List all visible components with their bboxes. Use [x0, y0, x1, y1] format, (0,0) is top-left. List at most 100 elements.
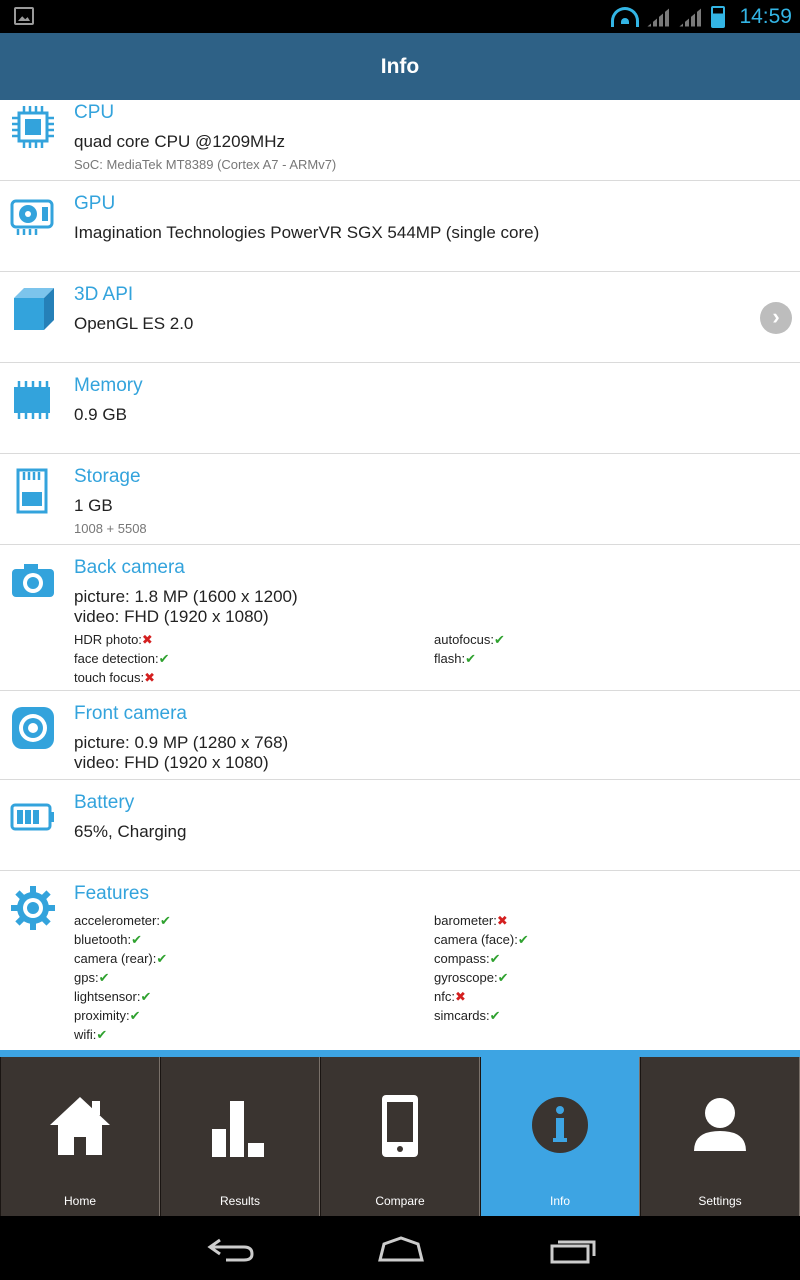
camera-icon	[12, 564, 54, 597]
check-icon: ✔	[489, 1008, 501, 1023]
app-bar: Info	[0, 33, 800, 100]
clock: 14:59	[739, 4, 792, 28]
flag-item: face detection:✔	[74, 651, 170, 666]
home-nav-icon[interactable]	[376, 1234, 426, 1264]
battery-row: Battery 65%, Charging	[0, 780, 800, 871]
front-camera-icon	[12, 707, 54, 749]
phone-icon	[382, 1095, 418, 1157]
signal-icon: ✕	[679, 6, 704, 27]
3d-api-value: OpenGL ES 2.0	[74, 314, 194, 333]
system-nav-bar	[0, 1216, 800, 1280]
cross-icon: ✖	[141, 632, 153, 647]
front-camera-title: Front camera	[74, 703, 187, 724]
tab-label: Settings	[698, 1194, 742, 1208]
status-icons: ✕ ✕ 14:59	[611, 0, 792, 33]
check-icon: ✔	[159, 913, 171, 928]
memory-value: 0.9 GB	[74, 405, 127, 424]
flag-item: wifi:✔	[74, 1027, 108, 1042]
battery-value: 65%, Charging	[74, 822, 187, 841]
tab-label: Home	[63, 1194, 96, 1208]
tab-label: Info	[549, 1194, 570, 1208]
3d-api-title: 3D API	[74, 284, 134, 305]
user-icon	[694, 1098, 746, 1151]
back-camera-flags: HDR photo:✖ autofocus:✔ face detection:✔…	[74, 632, 800, 686]
flag-item: lightsensor:✔	[74, 989, 152, 1004]
check-icon: ✔	[497, 970, 509, 985]
back-camera-picture: picture: 1.8 MP (1600 x 1200)	[74, 587, 298, 606]
gpu-icon	[10, 199, 54, 235]
storage-detail: 1008 + 5508	[74, 521, 147, 536]
cpu-title: CPU	[74, 102, 115, 123]
check-icon: ✔	[140, 989, 152, 1004]
front-camera-row: Front camera picture: 0.9 MP (1280 x 768…	[0, 691, 800, 780]
flag-item: proximity:✔	[74, 1008, 141, 1023]
check-icon: ✔	[489, 951, 501, 966]
tab-info[interactable]: Info	[480, 1057, 640, 1216]
gear-icon	[11, 886, 55, 930]
cross-icon: ✖	[496, 913, 508, 928]
tabbar-divider	[0, 1050, 800, 1057]
flag-item: barometer:✖	[434, 913, 508, 928]
cube-icon	[14, 288, 54, 330]
cpu-soc: SoC: MediaTek MT8389 (Cortex A7 - ARMv7)	[74, 157, 337, 172]
flag-item: flash:✔	[434, 651, 476, 666]
flag-item: nfc:✖	[434, 989, 466, 1004]
battery-charging-icon	[711, 5, 726, 28]
front-camera-video: video: FHD (1920 x 1080)	[74, 753, 269, 772]
page-title: Info	[380, 54, 420, 78]
cross-icon: ✖	[144, 670, 156, 685]
check-icon: ✔	[156, 951, 168, 966]
bottom-tab-bar: Home Results Compare Info Settings	[0, 1057, 800, 1216]
info-icon	[532, 1097, 588, 1153]
chevron-right-icon[interactable]: ›	[760, 302, 792, 334]
features-row: Features accelerometer:✔ barometer:✖ blu…	[0, 871, 800, 1050]
check-icon: ✔	[494, 632, 505, 647]
back-icon[interactable]	[206, 1234, 256, 1264]
info-list[interactable]: CPU quad core CPU @1209MHz SoC: MediaTek…	[0, 100, 800, 1050]
flag-item: camera (rear):✔	[74, 951, 168, 966]
check-icon: ✔	[131, 932, 143, 947]
flag-item: autofocus:✔	[434, 632, 505, 647]
flag-item: accelerometer:✔	[74, 913, 171, 928]
bar-chart-icon	[212, 1101, 264, 1157]
back-camera-title: Back camera	[74, 557, 185, 578]
battery-icon	[10, 803, 54, 831]
tab-compare[interactable]: Compare	[320, 1057, 480, 1216]
features-title: Features	[74, 883, 149, 904]
back-camera-row: Back camera picture: 1.8 MP (1600 x 1200…	[0, 545, 800, 691]
flag-item: touch focus:✖	[74, 670, 156, 685]
check-icon: ✔	[96, 1027, 108, 1042]
tab-settings[interactable]: Settings	[640, 1057, 800, 1216]
front-camera-picture: picture: 0.9 MP (1280 x 768)	[74, 733, 289, 752]
gpu-title: GPU	[74, 193, 116, 214]
cpu-icon	[12, 106, 54, 148]
memory-title: Memory	[74, 375, 143, 396]
tab-home[interactable]: Home	[0, 1057, 160, 1216]
recents-icon[interactable]	[548, 1234, 598, 1264]
cpu-row: CPU quad core CPU @1209MHz SoC: MediaTek…	[0, 100, 800, 181]
storage-value: 1 GB	[74, 496, 113, 515]
flag-item: compass:✔	[434, 951, 501, 966]
storage-row: Storage 1 GB 1008 + 5508	[0, 454, 800, 545]
features-flags: accelerometer:✔ barometer:✖ bluetooth:✔ …	[74, 913, 800, 1043]
cross-icon: ✖	[454, 989, 466, 1004]
storage-title: Storage	[74, 466, 141, 487]
memory-row: Memory 0.9 GB	[0, 363, 800, 454]
memory-chip-icon	[14, 381, 50, 419]
cpu-value: quad core CPU @1209MHz	[74, 132, 285, 151]
flag-item: bluetooth:✔	[74, 932, 143, 947]
tab-label: Compare	[375, 1194, 425, 1208]
gpu-row: GPU Imagination Technologies PowerVR SGX…	[0, 181, 800, 272]
back-camera-video: video: FHD (1920 x 1080)	[74, 607, 269, 626]
check-icon: ✔	[517, 932, 529, 947]
3d-api-row[interactable]: 3D API OpenGL ES 2.0 ›	[0, 272, 800, 363]
check-icon: ✔	[465, 651, 476, 666]
flag-item: camera (face):✔	[434, 932, 529, 947]
flag-item: simcards:✔	[434, 1008, 501, 1023]
check-icon: ✔	[98, 970, 110, 985]
status-bar: ✕ ✕ 14:59	[0, 0, 800, 33]
tab-results[interactable]: Results	[160, 1057, 320, 1216]
check-icon: ✔	[158, 651, 170, 666]
battery-title: Battery	[74, 792, 135, 813]
sd-card-icon	[16, 468, 48, 514]
